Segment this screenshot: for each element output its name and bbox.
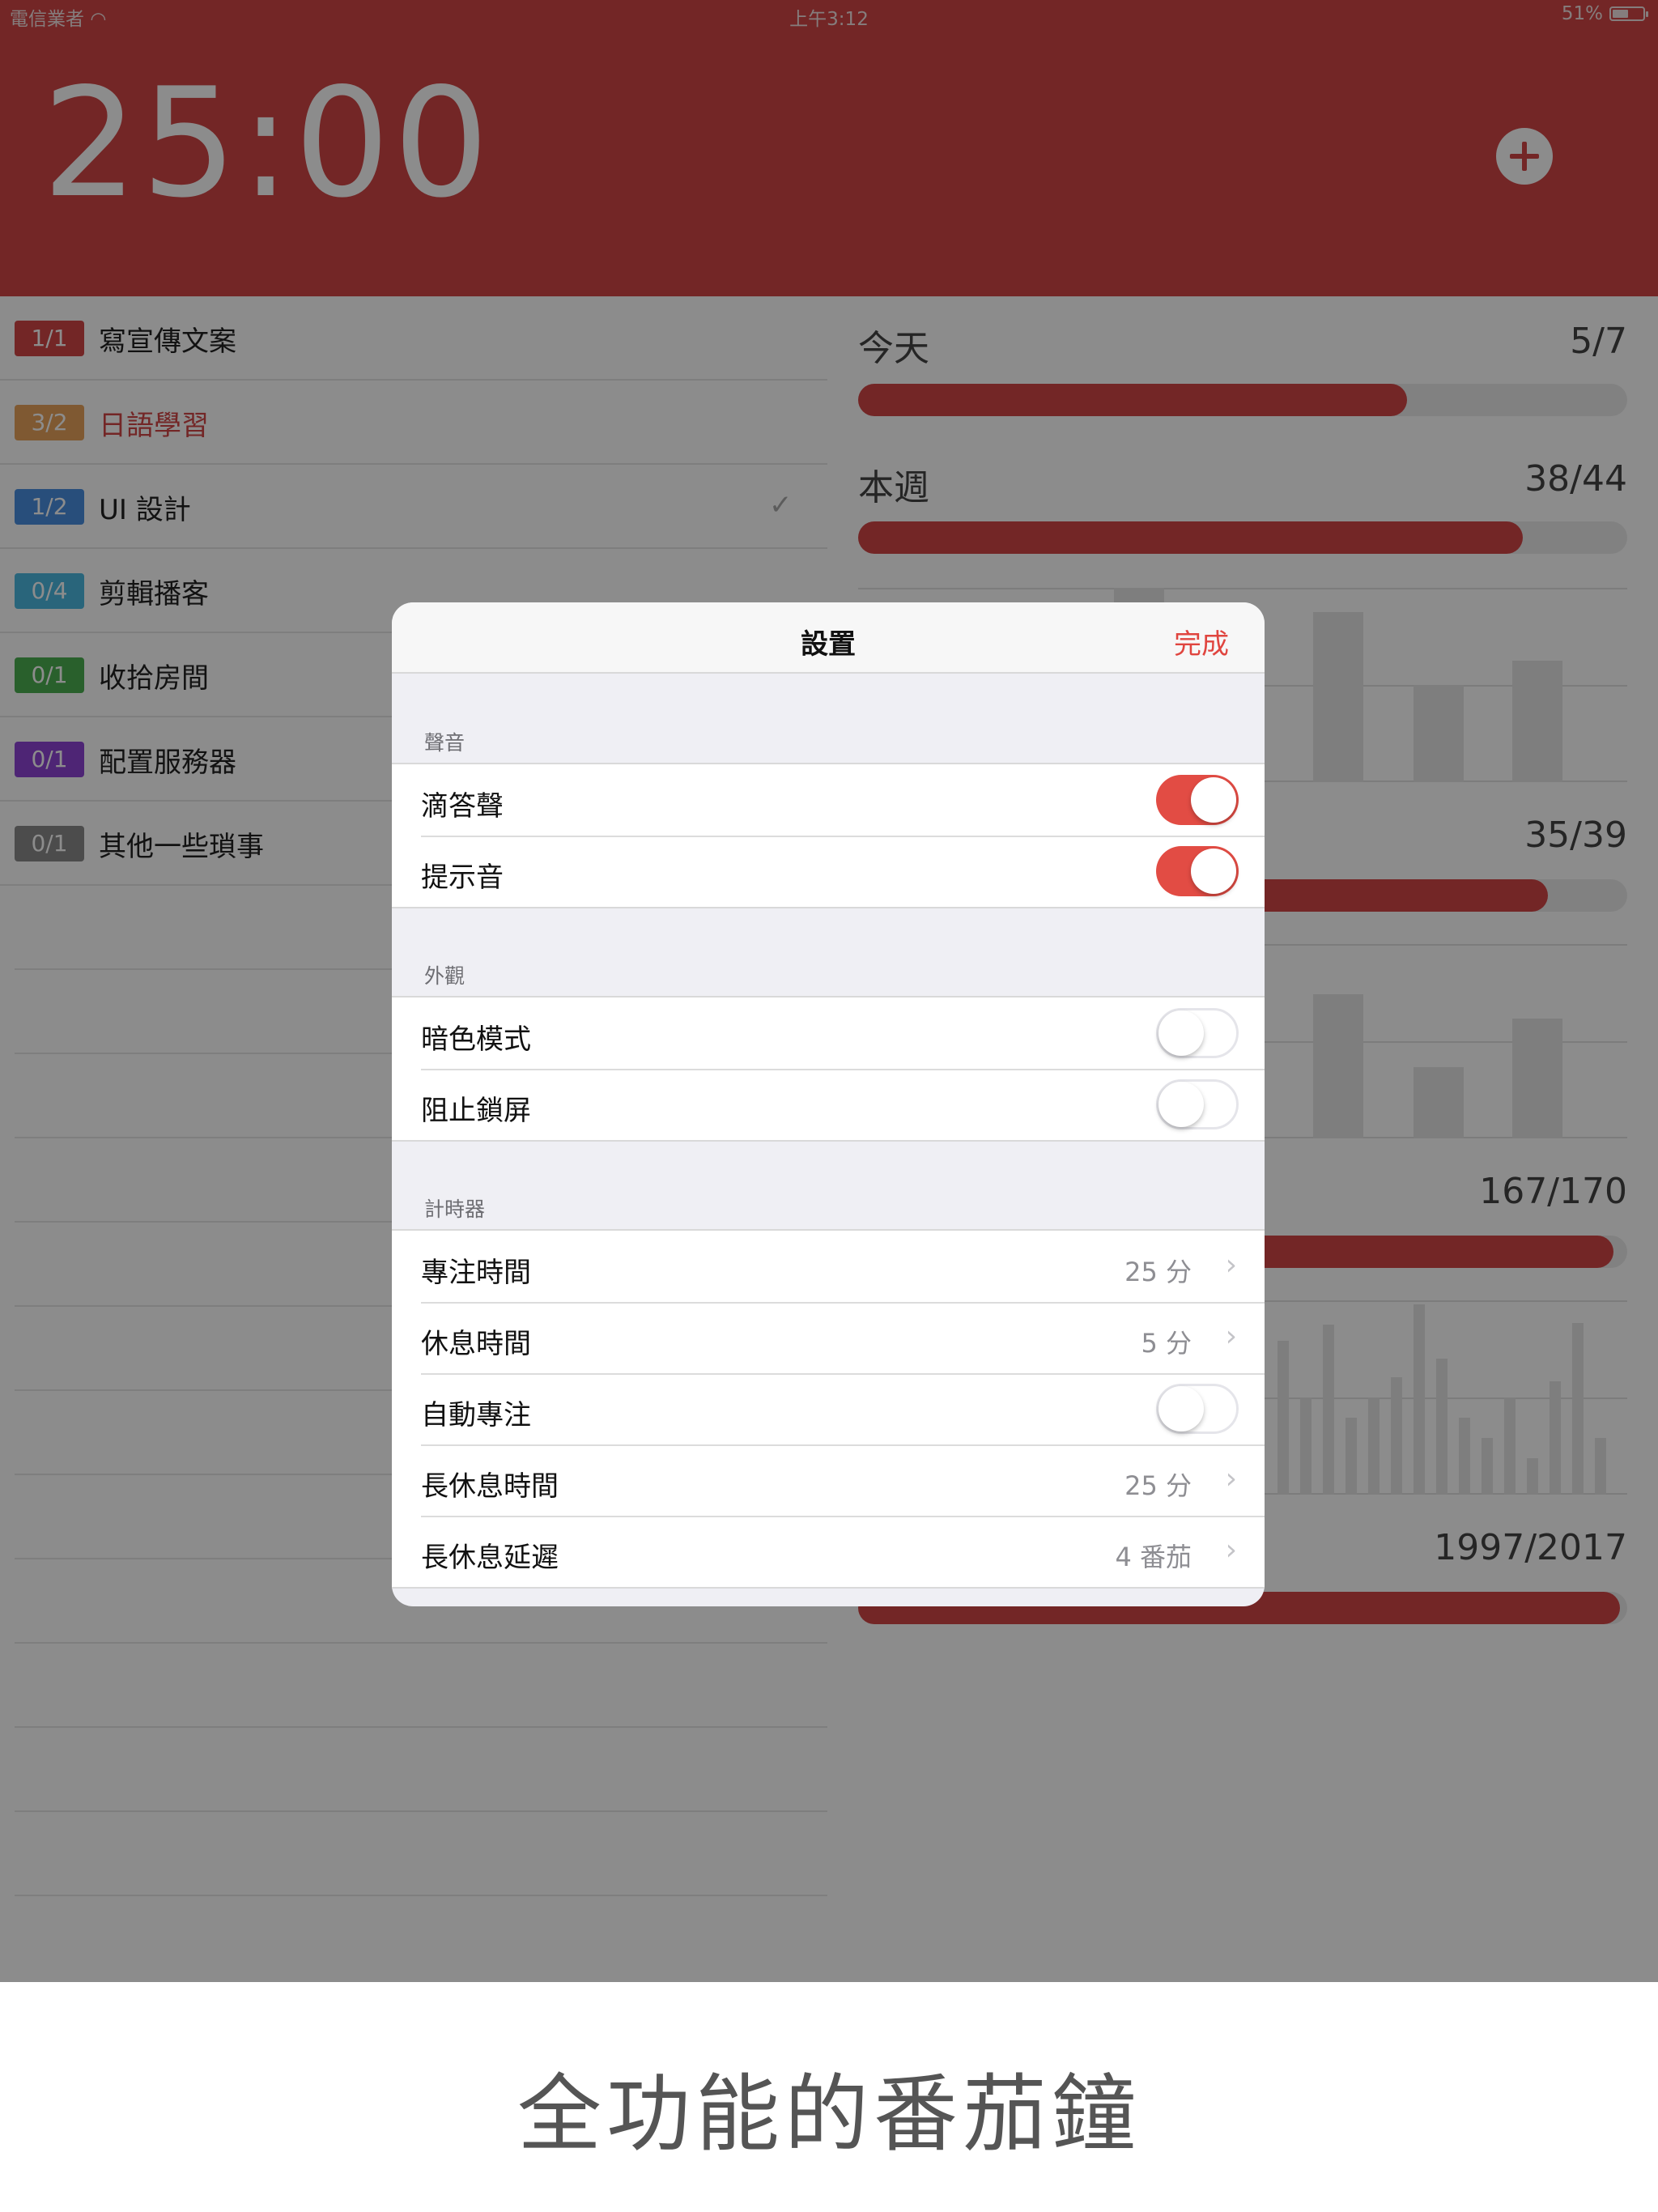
settings-row-tick-sound[interactable]: 滴答聲 [392,764,1265,836]
modal-title: 設置 [801,628,856,661]
row-label: 暗色模式 [421,1023,531,1056]
done-button[interactable]: 完成 [1174,622,1229,661]
settings-group-sound: 滴答聲 提示音 [392,763,1265,908]
row-label: 阻止鎖屏 [421,1095,531,1127]
settings-modal: 設置 完成 聲音 滴答聲 提示音 外觀 暗色模式 阻止鎖屏 計時器 專注時間 2… [392,602,1265,1606]
caption-banner: 全功能的番茄鐘 [0,1982,1658,2212]
section-label-sound: 聲音 [424,731,466,755]
prevent-lock-toggle[interactable] [1156,1079,1239,1129]
chevron-right-icon: › [1225,1462,1237,1495]
row-label: 長休息時間 [421,1470,559,1503]
settings-row-break-time[interactable]: 休息時間 5 分 › [392,1302,1265,1373]
settings-row-long-break-time[interactable]: 長休息時間 25 分 › [392,1444,1265,1516]
dark-mode-toggle[interactable] [1156,1008,1239,1058]
settings-group-timer: 專注時間 25 分 › 休息時間 5 分 › 自動專注 長休息時間 25 分 ›… [392,1229,1265,1589]
row-value: 4 番茄 [1115,1542,1192,1572]
settings-row-auto-focus[interactable]: 自動專注 [392,1373,1265,1444]
alert-sound-toggle[interactable] [1156,846,1239,896]
settings-row-focus-time[interactable]: 專注時間 25 分 › [392,1231,1265,1302]
settings-row-long-break-delay[interactable]: 長休息延遲 4 番茄 › [392,1516,1265,1587]
settings-row-alert-sound[interactable]: 提示音 [392,836,1265,907]
settings-group-appearance: 暗色模式 阻止鎖屏 [392,996,1265,1142]
modal-header: 設置 完成 [392,602,1265,674]
caption-text: 全功能的番茄鐘 [517,2065,1141,2163]
row-value: 25 分 [1124,1257,1192,1287]
chevron-right-icon: › [1225,1534,1237,1567]
row-label: 休息時間 [421,1328,531,1360]
row-label: 滴答聲 [421,790,504,823]
section-label-appearance: 外觀 [424,964,466,988]
chevron-right-icon: › [1225,1320,1237,1353]
row-value: 5 分 [1141,1328,1192,1359]
settings-row-prevent-lock[interactable]: 阻止鎖屏 [392,1069,1265,1140]
row-label: 提示音 [421,861,504,894]
row-label: 專注時間 [421,1257,531,1289]
app-screen: 25:00 電信業者 ◠ 上午3:12 51% 1/1 寫宣傳文案 3/2 日語… [0,0,1658,1982]
tick-sound-toggle[interactable] [1156,775,1239,825]
row-label: 長休息延遲 [421,1542,559,1574]
section-label-timer: 計時器 [424,1197,486,1221]
settings-row-dark-mode[interactable]: 暗色模式 [392,998,1265,1069]
row-label: 自動專注 [421,1399,531,1431]
auto-focus-toggle[interactable] [1156,1384,1239,1434]
chevron-right-icon: › [1225,1249,1237,1282]
row-value: 25 分 [1124,1470,1192,1501]
